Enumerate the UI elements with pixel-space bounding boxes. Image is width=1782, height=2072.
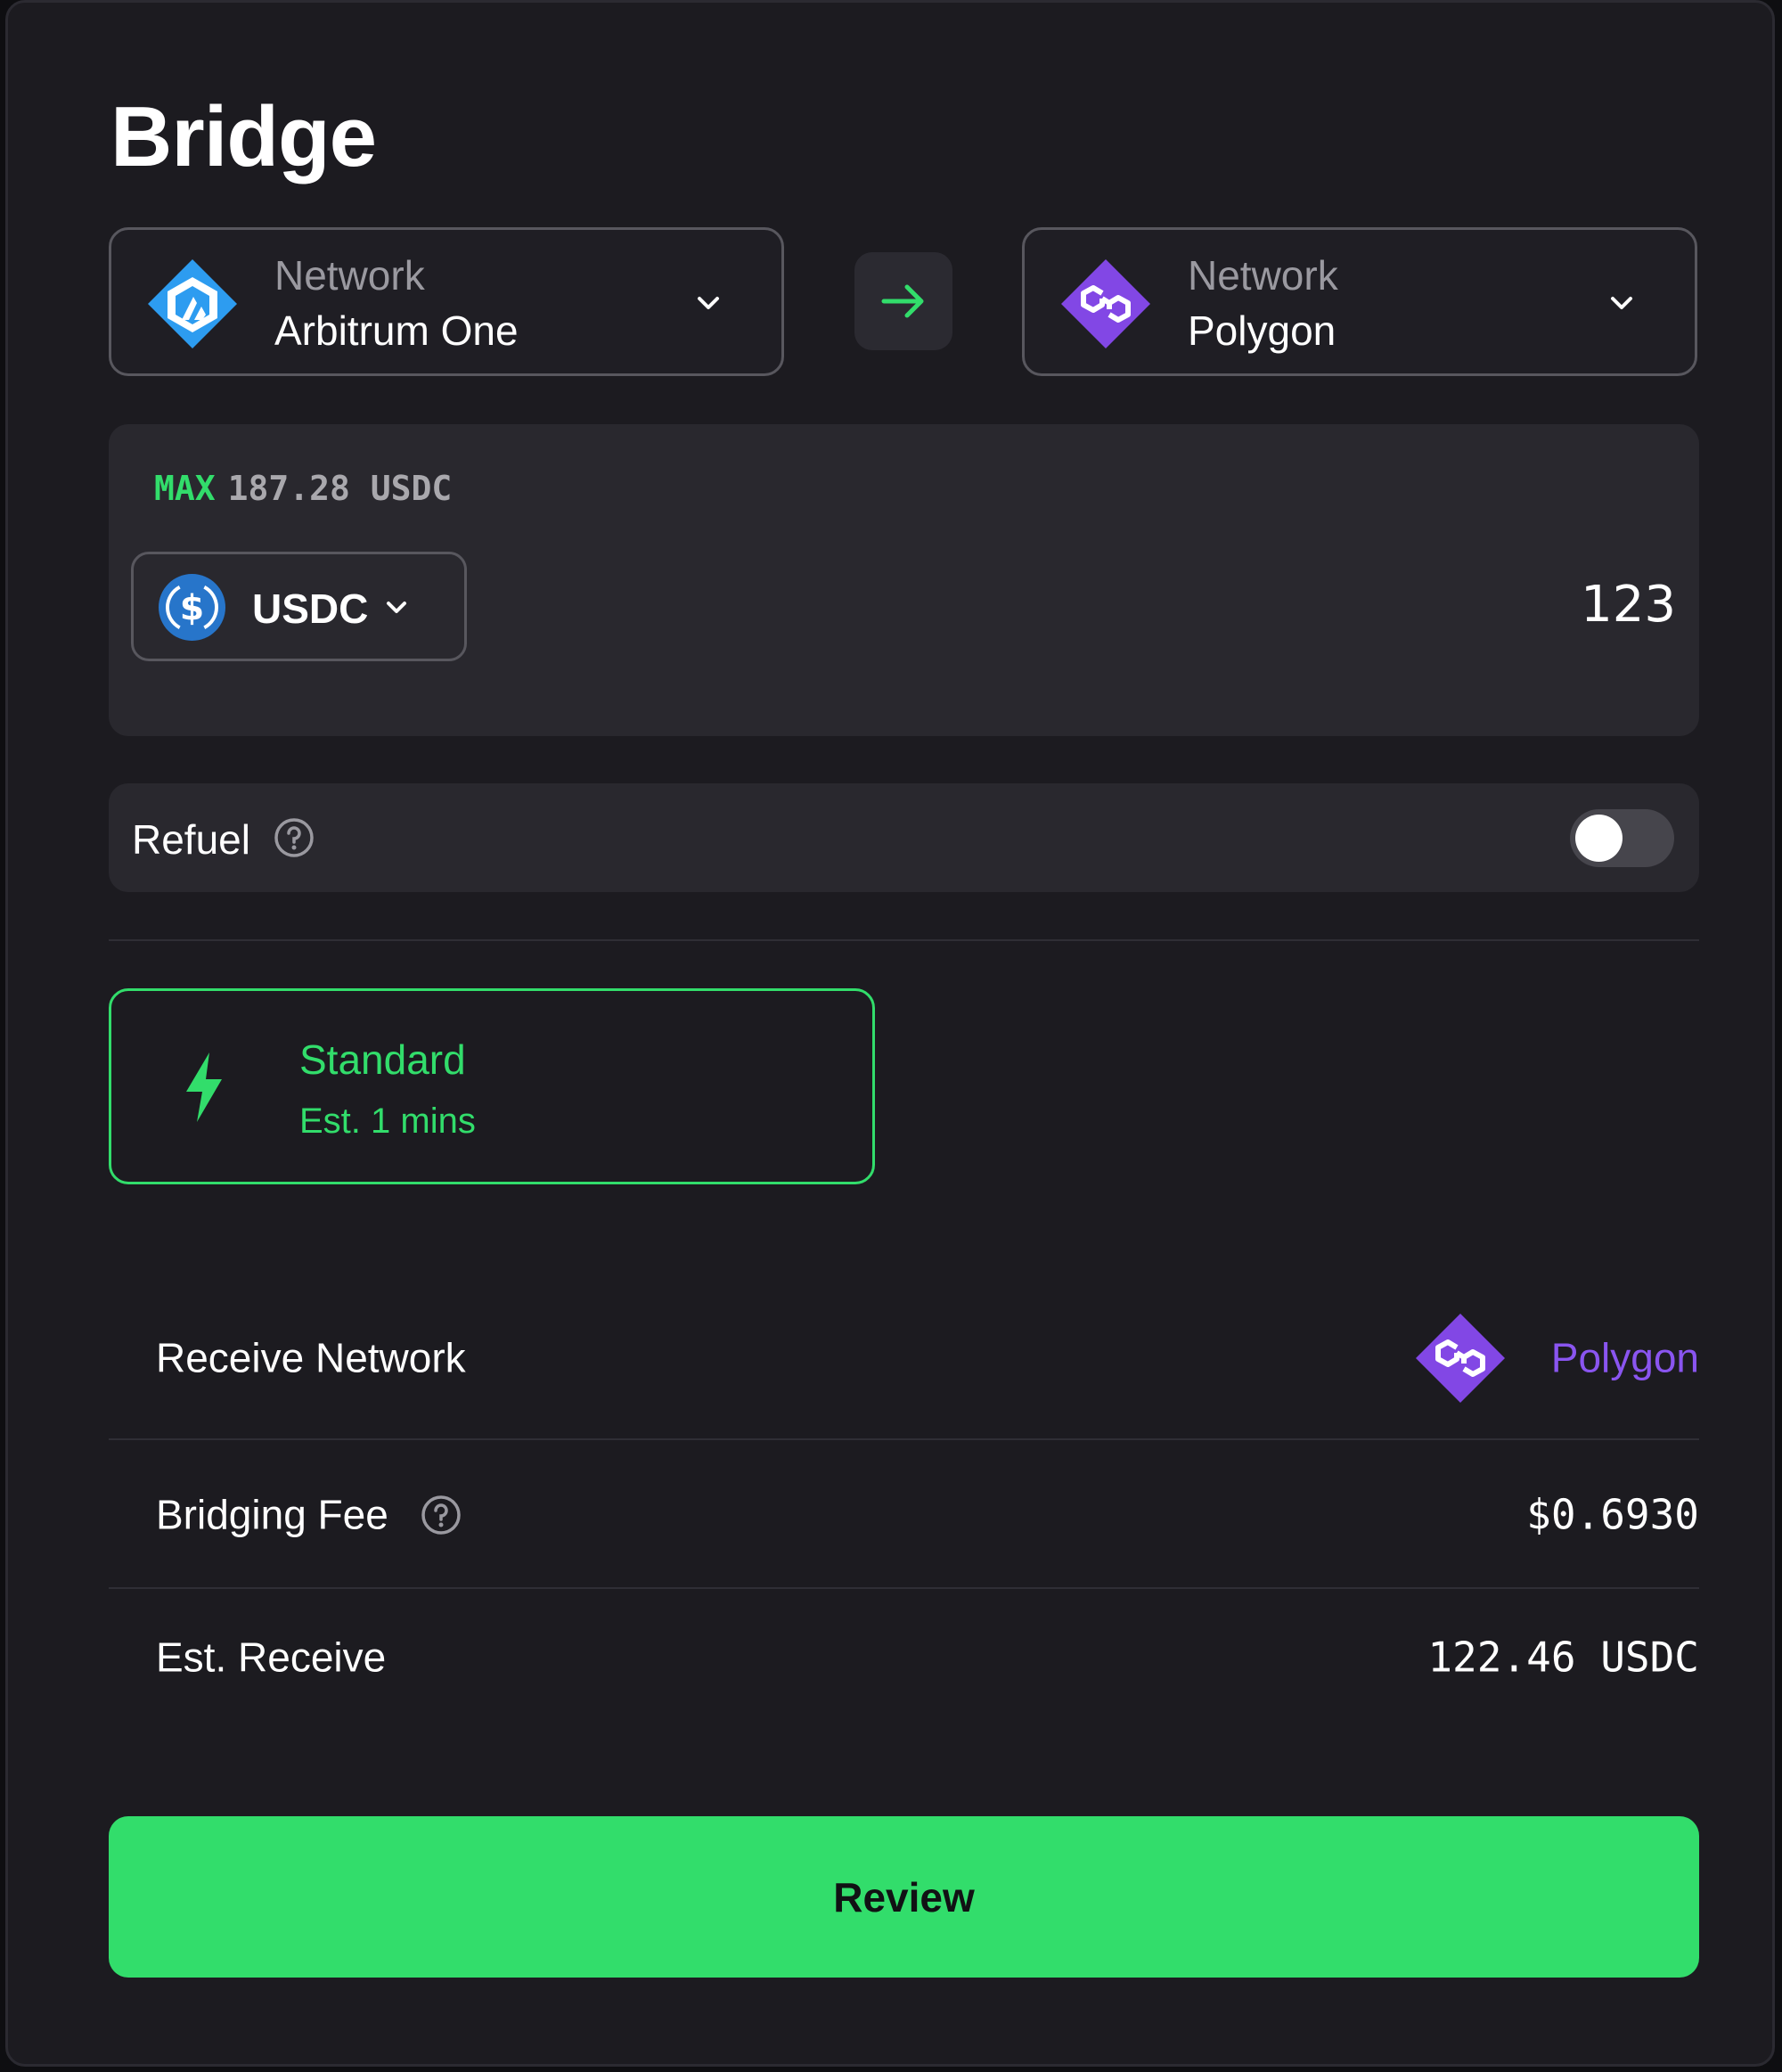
receive-network-row: Receive Network Polygon <box>109 1291 1699 1425</box>
token-balance: 187.28 USDC <box>227 469 453 508</box>
divider <box>109 1587 1699 1589</box>
polygon-logo-icon <box>1416 1314 1505 1403</box>
polygon-logo-icon <box>1061 259 1150 348</box>
chevron-down-icon <box>1611 297 1632 309</box>
bridging-fee-value: $0.6930 <box>1526 1490 1699 1539</box>
usdc-logo-icon: $ <box>158 573 226 642</box>
max-button[interactable]: MAX <box>154 469 216 508</box>
route-option-standard[interactable]: Standard Est. 1 mins <box>109 988 875 1184</box>
bridging-fee-label: Bridging Fee <box>156 1491 388 1538</box>
refuel-toggle[interactable] <box>1570 809 1674 867</box>
est-receive-row: Est. Receive 122.46 USDC <box>109 1591 1699 1724</box>
swap-direction-button[interactable] <box>854 252 952 350</box>
refuel-label: Refuel <box>132 816 250 863</box>
token-label: USDC <box>252 586 369 632</box>
help-icon[interactable] <box>421 1495 462 1536</box>
toggle-knob <box>1575 815 1623 862</box>
arrow-right-icon <box>881 284 924 318</box>
svg-text:$: $ <box>180 587 204 628</box>
amount-card: MAX 187.28 USDC $ USDC <box>109 424 1699 736</box>
arbitrum-logo-icon <box>148 259 237 348</box>
help-icon[interactable] <box>274 817 315 858</box>
from-network-value: Arbitrum One <box>274 307 519 354</box>
bridge-panel: Bridge Network Arbitrum One Network Poly… <box>5 0 1775 2067</box>
lightning-bolt-icon <box>186 1052 222 1122</box>
from-network-caption: Network <box>274 252 425 299</box>
to-network-value: Polygon <box>1188 307 1336 354</box>
est-receive-value: 122.46 USDC <box>1427 1633 1699 1682</box>
to-network-select[interactable]: Network Polygon <box>1022 227 1697 376</box>
est-receive-label: Est. Receive <box>156 1634 387 1681</box>
amount-input[interactable] <box>1052 569 1676 640</box>
review-button[interactable]: Review <box>109 1816 1699 1978</box>
chevron-down-icon <box>387 602 406 613</box>
receive-network-label: Receive Network <box>156 1334 466 1381</box>
refuel-row: Refuel <box>109 783 1699 892</box>
route-name: Standard <box>299 1036 466 1083</box>
token-select[interactable]: $ USDC <box>131 552 467 661</box>
route-eta: Est. 1 mins <box>299 1102 476 1141</box>
chevron-down-icon <box>698 297 719 309</box>
divider <box>109 1438 1699 1440</box>
divider <box>109 939 1699 941</box>
page-title: Bridge <box>110 89 377 184</box>
receive-network-value: Polygon <box>1550 1334 1699 1381</box>
balance-row: MAX 187.28 USDC <box>154 469 452 510</box>
from-network-select[interactable]: Network Arbitrum One <box>109 227 784 376</box>
bridging-fee-row: Bridging Fee $0.6930 <box>109 1448 1699 1582</box>
to-network-caption: Network <box>1188 252 1338 299</box>
